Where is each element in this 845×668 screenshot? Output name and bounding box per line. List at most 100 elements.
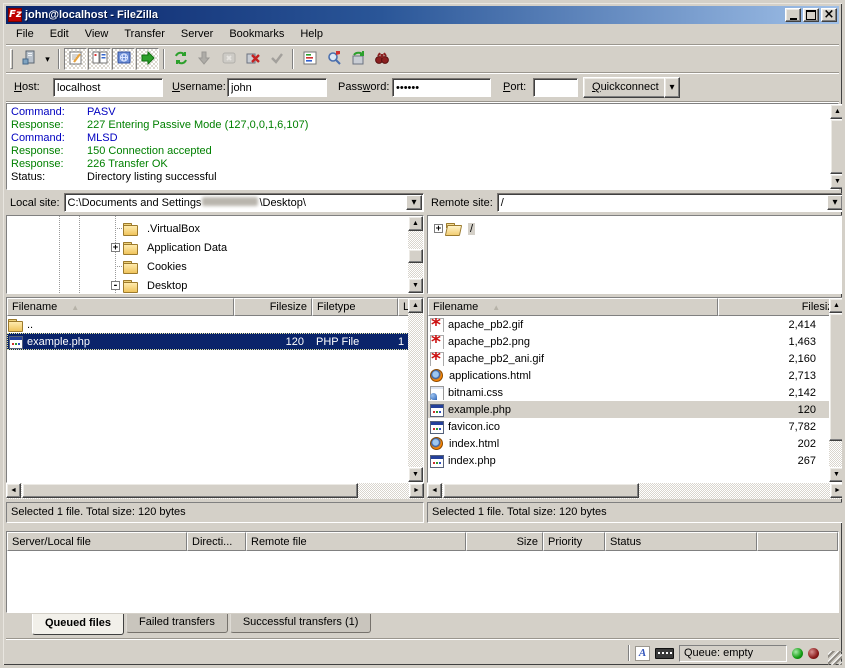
toggle-transfer-queue-button[interactable] [136, 48, 159, 70]
tree-item[interactable]: .VirtualBox [111, 220, 202, 237]
css-file-icon [429, 386, 445, 400]
tree-item[interactable]: +/ [434, 220, 475, 237]
column-header-size[interactable]: Size [466, 532, 543, 551]
chevron-down-icon[interactable] [827, 195, 843, 210]
file-row-selected[interactable]: example.php120 [428, 401, 844, 418]
site-manager-button[interactable] [17, 48, 40, 70]
remote-site-combo[interactable]: / [497, 193, 845, 212]
scroll-thumb[interactable] [829, 313, 844, 441]
scroll-up-button[interactable] [408, 216, 423, 231]
cancel-operation-button[interactable] [217, 48, 240, 70]
menu-transfer[interactable]: Transfer [116, 25, 173, 43]
tree-expander[interactable]: + [111, 243, 120, 252]
tab-failed-transfers[interactable]: Failed transfers [126, 614, 228, 633]
file-row[interactable]: favicon.ico7,782 [428, 418, 844, 435]
file-size: 7,782 [718, 421, 829, 433]
disconnect-button[interactable] [241, 48, 264, 70]
toggle-local-tree-button[interactable] [88, 48, 111, 70]
local-tree-scrollbar[interactable] [408, 216, 423, 293]
tree-expander[interactable]: + [434, 224, 443, 233]
file-row[interactable]: index.html202 [428, 435, 844, 452]
toggle-message-log-button[interactable] [64, 48, 87, 70]
close-button[interactable] [821, 8, 837, 22]
file-row[interactable]: applications.html2,713 [428, 367, 844, 384]
toolbar [6, 46, 839, 72]
file-row[interactable]: apache_pb2.gif2,414 [428, 316, 844, 333]
maximize-button[interactable] [803, 8, 819, 22]
scroll-right-button[interactable] [830, 483, 845, 498]
reconnect-button[interactable] [265, 48, 288, 70]
directory-listing-filters-button[interactable] [298, 48, 321, 70]
tree-item[interactable]: Cookies [111, 258, 189, 275]
scroll-down-button[interactable] [830, 174, 845, 189]
column-header-remote-file[interactable]: Remote file [246, 532, 466, 551]
scroll-up-button[interactable] [829, 298, 844, 313]
tab-successful-transfers[interactable]: Successful transfers (1) [230, 614, 372, 633]
menu-bookmarks[interactable]: Bookmarks [221, 25, 292, 43]
tab-queued-files[interactable]: Queued files [32, 614, 124, 635]
scroll-left-button[interactable] [427, 483, 442, 498]
tree-item[interactable]: -Desktop [111, 277, 189, 294]
column-header-filetype[interactable]: Filetype [312, 298, 398, 316]
process-queue-button[interactable] [193, 48, 216, 70]
scroll-down-button[interactable] [829, 467, 844, 482]
keypad-icon[interactable] [655, 648, 674, 659]
quickconnect-button[interactable]: Quickconnect [583, 77, 668, 98]
synchronized-browsing-button[interactable] [346, 48, 369, 70]
file-row-selected[interactable]: example.php 120 PHP File 1 [7, 333, 423, 350]
file-row[interactable]: apache_pb2.png1,463 [428, 333, 844, 350]
file-row[interactable]: apache_pb2_ani.gif2,160 [428, 350, 844, 367]
file-search-button[interactable] [322, 48, 345, 70]
scroll-thumb[interactable] [408, 249, 423, 263]
resize-grip[interactable] [828, 651, 842, 665]
password-input[interactable] [392, 78, 491, 97]
menu-edit[interactable]: Edit [42, 25, 77, 43]
local-horizontal-scrollbar[interactable] [6, 483, 424, 499]
menu-server[interactable]: Server [173, 25, 221, 43]
scroll-thumb[interactable] [830, 119, 845, 174]
scroll-left-button[interactable] [6, 483, 21, 498]
scroll-thumb[interactable] [22, 483, 358, 498]
log-scrollbar[interactable] [830, 104, 845, 189]
local-site-combo[interactable]: C:\Documents and Settings\Desktop\ [64, 193, 424, 212]
column-header-filename[interactable]: Filename▲ [7, 298, 234, 316]
local-list-scrollbar[interactable] [408, 298, 423, 482]
file-row[interactable]: bitnami.css2,142 [428, 384, 844, 401]
data-type-ascii-icon[interactable]: A [635, 646, 650, 661]
menu-view[interactable]: View [77, 25, 117, 43]
column-header-priority[interactable]: Priority [543, 532, 605, 551]
menu-file[interactable]: File [8, 25, 42, 43]
scroll-down-button[interactable] [408, 467, 423, 482]
port-input[interactable] [533, 78, 578, 97]
menu-help[interactable]: Help [292, 25, 331, 43]
remote-horizontal-scrollbar[interactable] [427, 483, 845, 499]
scroll-thumb[interactable] [443, 483, 639, 498]
scroll-up-button[interactable] [830, 104, 845, 119]
chevron-down-icon[interactable] [406, 195, 422, 210]
column-header-filename[interactable]: Filename▲ [428, 298, 718, 316]
toggle-remote-tree-button[interactable] [112, 48, 135, 70]
scroll-right-button[interactable] [409, 483, 424, 498]
titlebar[interactable]: Fz john@localhost - FileZilla [6, 6, 839, 24]
refresh-button[interactable] [169, 48, 192, 70]
remote-list-scrollbar[interactable] [829, 298, 844, 482]
column-header-direction[interactable]: Directi... [187, 532, 246, 551]
site-manager-dropdown-button[interactable] [41, 48, 54, 70]
tree-expander[interactable]: - [111, 281, 120, 290]
column-header-filesize[interactable]: Filesize [234, 298, 312, 316]
column-header-server-local-file[interactable]: Server/Local file [7, 532, 187, 551]
quickconnect-dropdown-button[interactable] [664, 77, 680, 98]
column-header-filesize[interactable]: Filesize [718, 298, 844, 316]
tree-item[interactable]: +Application Data [111, 239, 229, 256]
toolbar-grip[interactable] [10, 49, 13, 69]
scroll-down-button[interactable] [408, 278, 423, 293]
scroll-up-button[interactable] [408, 298, 423, 313]
column-header-status[interactable]: Status [605, 532, 757, 551]
username-input[interactable] [227, 78, 327, 97]
filezilla-app-icon[interactable]: Fz [8, 8, 22, 22]
file-row[interactable]: .. [7, 316, 423, 333]
file-row[interactable]: index.php267 [428, 452, 844, 469]
directory-comparison-button[interactable] [370, 48, 393, 70]
minimize-button[interactable] [785, 8, 801, 22]
host-input[interactable] [53, 78, 163, 97]
